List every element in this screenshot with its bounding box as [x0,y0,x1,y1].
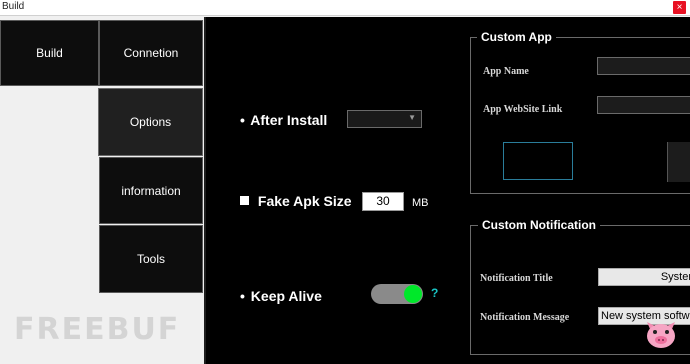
notification-title-label: Notification Title [480,273,553,284]
after-install-dropdown[interactable]: ▼ [347,110,422,128]
close-button[interactable]: × [673,1,686,14]
bullet-icon: • [240,112,245,128]
keep-alive-label: Keep Alive [250,288,322,304]
nav-information-button[interactable]: information [99,157,203,224]
app-side-button[interactable] [667,142,690,182]
nav-options-button[interactable]: Options [98,88,203,156]
nav-build-label: Build [36,46,63,60]
options-panel: • After Install ▼ Fake Apk Size 30 MB • … [204,17,690,364]
toggle-knob [404,285,422,303]
help-icon[interactable]: ? [431,286,438,300]
nav-tools-label: Tools [136,252,165,266]
notification-title-input[interactable]: Syster [598,268,690,286]
window-title: Build [2,1,25,12]
after-install-label: After Install [250,112,328,128]
notification-message-label: Notification Message [480,312,570,323]
app-name-label: App Name [483,66,529,77]
after-install-row: • After Install [240,112,327,128]
nav-tools-button[interactable]: Tools [99,225,203,293]
nav-connection-label: Connetion [123,46,179,60]
website-label: App WebSite Link [483,104,563,115]
fake-apk-label: Fake Apk Size [257,193,352,209]
custom-notification-title: Custom Notification [478,218,600,232]
app-icon-picker[interactable] [503,142,573,180]
chevron-down-icon: ▼ [408,113,416,122]
watermark: FREEBUF [14,312,181,347]
fake-apk-unit: MB [412,197,429,209]
nav-information-label: information [121,183,181,198]
close-icon: × [676,2,683,13]
website-input[interactable] [597,96,690,114]
nav-connection-button[interactable]: Connetion [99,20,203,86]
nav-build-button[interactable]: Build [0,20,99,86]
nav-options-label: Options [129,115,172,129]
keep-alive-row: • Keep Alive [240,288,322,304]
keep-alive-toggle[interactable] [371,284,423,304]
bullet-icon: • [240,288,245,304]
fake-apk-size-input[interactable]: 30 [362,192,404,211]
custom-app-group: Custom App App Name App WebSite Link [470,30,690,194]
fake-apk-row: Fake Apk Size [240,193,352,209]
title-bar: Build × [0,0,690,16]
pig-logo-icon [647,322,675,348]
custom-app-title: Custom App [477,30,556,44]
fake-apk-checkbox[interactable] [240,196,249,205]
app-name-input[interactable] [597,57,690,75]
